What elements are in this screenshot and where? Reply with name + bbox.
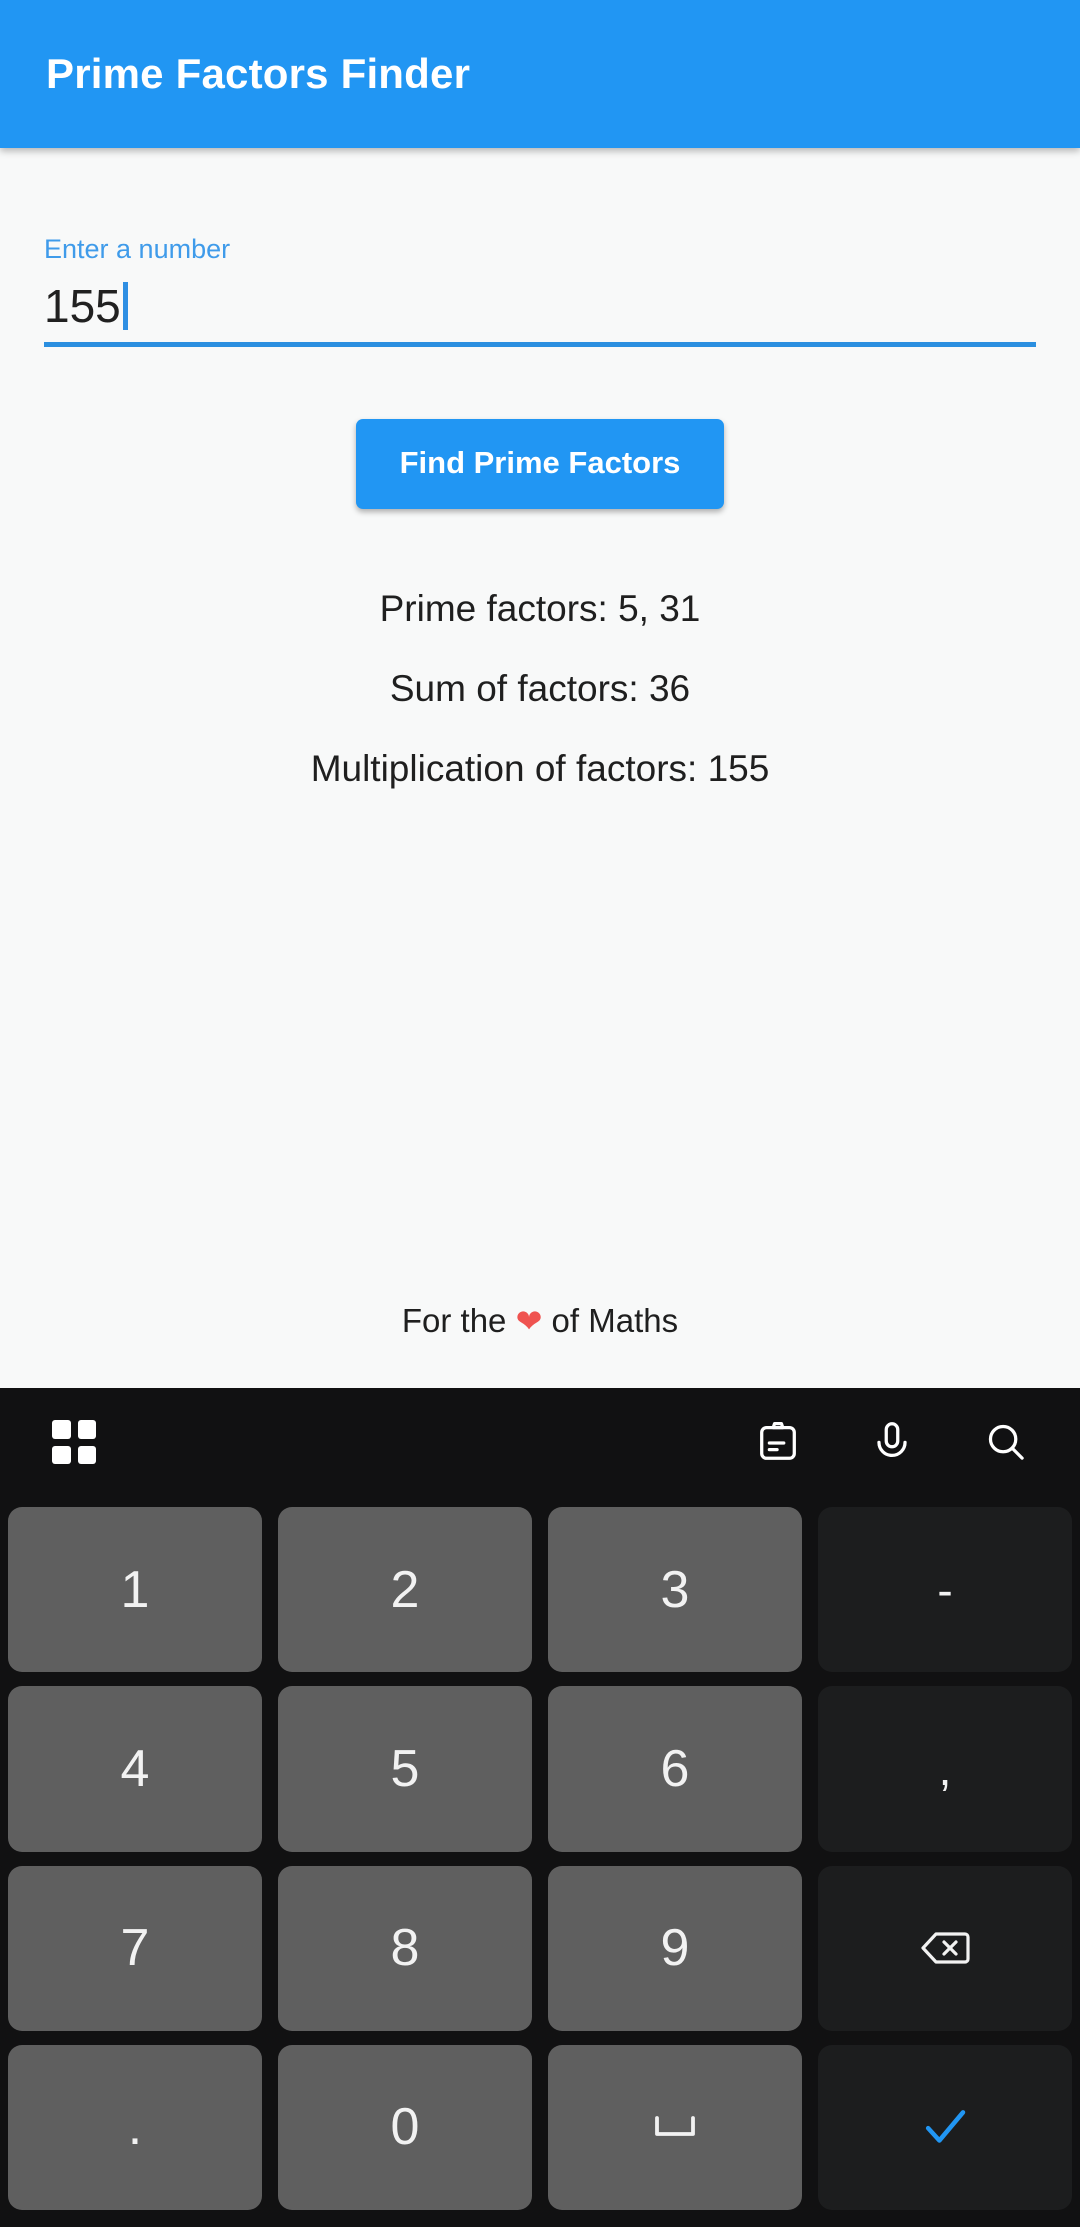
key-9[interactable]: 9 bbox=[548, 1865, 802, 2031]
text-caret bbox=[122, 282, 128, 330]
clipboard-icon[interactable] bbox=[740, 1404, 816, 1480]
number-field-label: Enter a number bbox=[44, 234, 231, 264]
key-minus[interactable]: - bbox=[818, 1507, 1072, 1673]
find-button-row: Find Prime Factors bbox=[44, 419, 1036, 509]
search-icon[interactable] bbox=[968, 1404, 1044, 1480]
key-period[interactable]: . bbox=[8, 2044, 262, 2210]
key-comma[interactable]: , bbox=[818, 1686, 1072, 1852]
space-icon bbox=[655, 2116, 695, 2137]
backspace-icon bbox=[921, 1932, 970, 1964]
key-2-label: 2 bbox=[390, 1560, 420, 1619]
key-5[interactable]: 5 bbox=[278, 1686, 532, 1852]
key-0-label: 0 bbox=[390, 2098, 420, 2157]
microphone-icon[interactable] bbox=[854, 1404, 930, 1480]
key-3[interactable]: 3 bbox=[548, 1507, 802, 1673]
app-bar: Prime Factors Finder bbox=[0, 0, 1080, 148]
key-minus-label: - bbox=[937, 1563, 953, 1616]
number-input[interactable]: 155 bbox=[44, 268, 1036, 334]
number-input-value: 155 bbox=[44, 280, 121, 332]
results-panel: Prime factors: 5, 31 Sum of factors: 36 … bbox=[44, 569, 1036, 809]
footer-credit: For the ❤ of Maths bbox=[0, 1302, 1080, 1340]
check-icon bbox=[925, 2110, 966, 2144]
key-6-label: 6 bbox=[660, 1739, 690, 1798]
on-screen-keyboard: 1 2 3 - 4 5 6 , 7 8 9 . 0 bbox=[0, 1388, 1080, 2227]
keyboard-row-4: . 0 bbox=[0, 2038, 1080, 2217]
keyboard-keys: 1 2 3 - 4 5 6 , 7 8 9 . 0 bbox=[0, 1496, 1080, 2227]
key-7-label: 7 bbox=[120, 1919, 150, 1978]
grid-icon[interactable] bbox=[36, 1404, 112, 1480]
key-6[interactable]: 6 bbox=[548, 1686, 802, 1852]
key-1-label: 1 bbox=[120, 1560, 150, 1619]
page-title: Prime Factors Finder bbox=[46, 50, 471, 97]
app-content: Enter a number 155 Find Prime Factors Pr… bbox=[0, 148, 1080, 1388]
key-3-label: 3 bbox=[660, 1560, 690, 1619]
key-backspace[interactable] bbox=[818, 1865, 1072, 2031]
app-screen: Prime Factors Finder Enter a number 155 … bbox=[0, 0, 1080, 2227]
keyboard-row-2: 4 5 6 , bbox=[0, 1679, 1080, 1858]
key-8-label: 8 bbox=[390, 1919, 420, 1978]
key-enter[interactable] bbox=[818, 2044, 1072, 2210]
key-4[interactable]: 4 bbox=[8, 1686, 262, 1852]
key-4-label: 4 bbox=[120, 1739, 150, 1798]
result-multiplication-of-factors: Multiplication of factors: 155 bbox=[310, 748, 770, 789]
result-prime-factors: Prime factors: 5, 31 bbox=[379, 588, 701, 629]
keyboard-row-3: 7 8 9 bbox=[0, 1859, 1080, 2038]
result-sum-of-factors: Sum of factors: 36 bbox=[389, 668, 691, 709]
grid-icon-glyph bbox=[52, 1420, 96, 1464]
key-1[interactable]: 1 bbox=[8, 1507, 262, 1673]
key-7[interactable]: 7 bbox=[8, 1865, 262, 2031]
footer-prefix: For the bbox=[401, 1302, 516, 1339]
keyboard-row-1: 1 2 3 - bbox=[0, 1500, 1080, 1679]
keyboard-toolbar bbox=[0, 1388, 1080, 1496]
key-5-label: 5 bbox=[390, 1739, 420, 1798]
key-comma-label: , bbox=[938, 1742, 952, 1795]
key-0[interactable]: 0 bbox=[278, 2044, 532, 2210]
key-period-label: . bbox=[127, 2097, 143, 2156]
key-space[interactable] bbox=[548, 2044, 802, 2210]
key-8[interactable]: 8 bbox=[278, 1865, 532, 2031]
number-field-group: Enter a number 155 bbox=[44, 232, 1036, 347]
footer-suffix: of Maths bbox=[542, 1302, 679, 1339]
number-field-underline bbox=[44, 342, 1036, 347]
heart-icon: ❤ bbox=[515, 1303, 543, 1339]
find-prime-factors-button[interactable]: Find Prime Factors bbox=[355, 419, 725, 509]
key-2[interactable]: 2 bbox=[278, 1507, 532, 1673]
key-9-label: 9 bbox=[660, 1919, 690, 1978]
